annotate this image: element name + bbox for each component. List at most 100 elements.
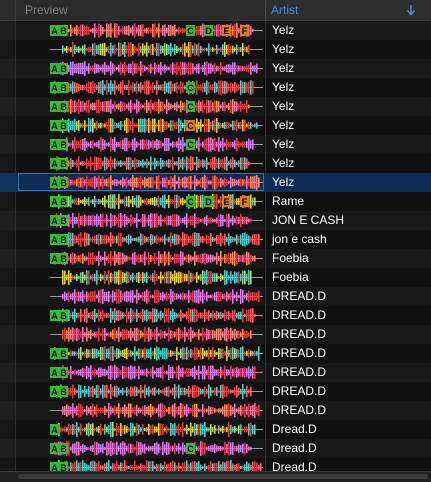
- header-stub-column[interactable]: [0, 0, 16, 20]
- track-row[interactable]: A B C Dread.D: [0, 439, 431, 458]
- waveform-preview[interactable]: ABCDEF: [50, 194, 265, 209]
- waveform-bar: [198, 424, 200, 435]
- waveform-preview[interactable]: AB: [50, 308, 265, 323]
- waveform-bar: [74, 308, 76, 323]
- artist-cell[interactable]: DREAD.D: [265, 401, 431, 420]
- waveform-preview[interactable]: ABC: [50, 99, 265, 114]
- waveform-preview[interactable]: AB: [50, 365, 265, 380]
- track-row[interactable]: A B Yelz: [0, 154, 431, 173]
- waveform-preview[interactable]: AB: [50, 384, 265, 399]
- track-row[interactable]: DREAD.D: [0, 287, 431, 306]
- artist-cell[interactable]: Yelz: [265, 97, 431, 116]
- waveform-bar: [74, 424, 76, 435]
- waveform-preview[interactable]: AB: [50, 251, 265, 266]
- waveform-bar: [72, 443, 74, 454]
- waveform-bar: [228, 293, 230, 300]
- track-row[interactable]: A Dread.D: [0, 420, 431, 439]
- artist-cell[interactable]: Yelz: [265, 116, 431, 135]
- track-row[interactable]: A B DREAD.D: [0, 382, 431, 401]
- horizontal-scrollbar[interactable]: [0, 471, 431, 482]
- artist-column-header[interactable]: Artist: [265, 0, 431, 20]
- preview-column-header[interactable]: Preview: [25, 3, 68, 17]
- sort-descending-icon[interactable]: [406, 4, 416, 16]
- artist-cell[interactable]: Yelz: [265, 78, 431, 97]
- waveform-preview[interactable]: ABC: [50, 441, 265, 456]
- waveform-bar: [136, 81, 138, 94]
- artist-cell[interactable]: Dread.D: [265, 439, 431, 458]
- waveform-bar: [182, 422, 184, 437]
- track-row[interactable]: A B DREAD.D: [0, 306, 431, 325]
- artist-cell[interactable]: Yelz: [265, 40, 431, 59]
- track-row[interactable]: A B C D E F Yelz: [0, 21, 431, 40]
- waveform-bar: [74, 161, 76, 166]
- artist-cell[interactable]: Yelz: [265, 59, 431, 78]
- waveform-bar: [142, 64, 144, 73]
- waveform-preview[interactable]: ABC: [50, 137, 265, 152]
- artist-cell[interactable]: Dread.D: [265, 420, 431, 439]
- waveform-bar: [76, 274, 78, 281]
- waveform-bar: [80, 254, 82, 263]
- waveform-preview[interactable]: A: [50, 422, 265, 437]
- waveform-preview[interactable]: AB: [50, 213, 265, 228]
- artist-cell[interactable]: Yelz: [265, 135, 431, 154]
- waveform-bar: [76, 197, 78, 206]
- track-row[interactable]: DREAD.D: [0, 401, 431, 420]
- artist-cell[interactable]: Yelz: [265, 154, 431, 173]
- artist-name: DREAD.D: [272, 327, 327, 341]
- waveform-bar: [74, 118, 76, 133]
- track-row[interactable]: DREAD.D: [0, 325, 431, 344]
- track-row[interactable]: Yelz: [0, 40, 431, 59]
- waveform-preview[interactable]: ABCDEF: [50, 23, 265, 38]
- track-row[interactable]: A B JON E CASH: [0, 211, 431, 230]
- waveform-preview[interactable]: [50, 327, 265, 342]
- waveform-bar: [194, 423, 196, 436]
- track-row[interactable]: Foebia: [0, 268, 431, 287]
- waveform-preview[interactable]: AB: [50, 232, 265, 247]
- waveform-preview[interactable]: AB: [50, 346, 265, 361]
- track-row[interactable]: A B C Yelz: [0, 135, 431, 154]
- row-stub-cell: [0, 135, 16, 154]
- artist-cell[interactable]: Yelz: [265, 173, 431, 192]
- waveform-bar: [72, 61, 74, 76]
- waveform-bar: [130, 84, 132, 91]
- artist-cell[interactable]: Foebia: [265, 249, 431, 268]
- waveform-preview[interactable]: [50, 270, 265, 285]
- track-row[interactable]: A B Yelz: [0, 59, 431, 78]
- track-row[interactable]: A Bjon e cash: [0, 230, 431, 249]
- waveform-preview[interactable]: [50, 403, 265, 418]
- waveform-preview[interactable]: [50, 289, 265, 304]
- waveform-preview[interactable]: ABC: [50, 80, 265, 95]
- artist-cell[interactable]: Foebia: [265, 268, 431, 287]
- waveform-bar: [184, 327, 186, 342]
- artist-cell[interactable]: Yelz: [265, 21, 431, 40]
- track-row[interactable]: A B Yelz: [0, 173, 431, 192]
- artist-cell[interactable]: DREAD.D: [265, 344, 431, 363]
- waveform-preview[interactable]: [50, 42, 265, 57]
- waveform-bar: [126, 271, 128, 284]
- waveform-bar: [176, 293, 178, 300]
- artist-cell[interactable]: DREAD.D: [265, 363, 431, 382]
- track-row[interactable]: A B C Yelz: [0, 116, 431, 135]
- artist-cell[interactable]: Rame: [265, 192, 431, 211]
- track-row[interactable]: A B Foebia: [0, 249, 431, 268]
- waveform-preview[interactable]: ABC: [50, 118, 265, 133]
- waveform-bar: [246, 426, 248, 433]
- waveform-preview[interactable]: AB: [50, 175, 265, 190]
- artist-cell[interactable]: DREAD.D: [265, 287, 431, 306]
- scrollbar-thumb[interactable]: [18, 474, 428, 479]
- track-row[interactable]: A B C Yelz: [0, 78, 431, 97]
- artist-cell[interactable]: DREAD.D: [265, 325, 431, 344]
- artist-cell[interactable]: jon e cash: [265, 230, 431, 249]
- waveform-bar: [258, 346, 260, 361]
- artist-cell[interactable]: DREAD.D: [265, 382, 431, 401]
- waveform-preview[interactable]: AB: [50, 156, 265, 171]
- track-row[interactable]: A B C D E F Rame: [0, 192, 431, 211]
- artist-cell[interactable]: DREAD.D: [265, 306, 431, 325]
- track-row[interactable]: A B DREAD.D: [0, 363, 431, 382]
- waveform-bar: [106, 23, 108, 38]
- waveform-preview[interactable]: AB: [50, 61, 265, 76]
- track-row[interactable]: A B DREAD.D: [0, 344, 431, 363]
- artist-cell[interactable]: JON E CASH: [265, 211, 431, 230]
- track-row[interactable]: A B C Yelz: [0, 97, 431, 116]
- waveform-bar: [90, 119, 92, 132]
